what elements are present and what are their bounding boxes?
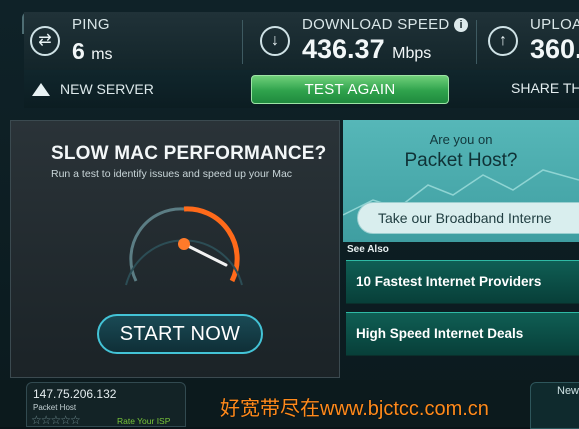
host-ip: 147.75.206.132	[33, 387, 117, 401]
action-bar: NEW SERVER TEST AGAIN SHARE TH	[24, 70, 579, 108]
new-server-label: NEW SERVER	[60, 81, 154, 97]
broadband-survey-button[interactable]: Take our Broadband Interne	[357, 202, 579, 234]
host-info[interactable]: 147.75.206.132 Packet Host ☆☆☆☆☆ Rate Yo…	[26, 382, 186, 427]
mac-ad-panel: SLOW MAC PERFORMANCE? Run a test to iden…	[10, 120, 340, 378]
share-button[interactable]: SHARE TH	[511, 80, 579, 96]
upload-label: UPLOAD	[530, 16, 579, 33]
promo-question: Are you on	[429, 132, 493, 147]
speedometer-icon	[125, 206, 243, 286]
download-value: 436.37 Mbps	[302, 34, 431, 65]
start-now-button[interactable]: START NOW	[97, 314, 263, 354]
ad-title: SLOW MAC PERFORMANCE?	[51, 143, 327, 164]
server-label: New	[557, 385, 579, 397]
ad-subtitle: Run a test to identify issues and speed …	[51, 168, 293, 180]
server-info[interactable]: New	[530, 382, 579, 429]
promo-isp-name: Packet Host?	[404, 150, 518, 171]
download-label: DOWNLOAD SPEED	[302, 16, 450, 33]
upload-icon: ↑	[488, 26, 518, 56]
info-icon[interactable]: i	[454, 18, 468, 32]
test-again-button[interactable]: TEST AGAIN	[251, 75, 449, 104]
speed-deals-link[interactable]: High Speed Internet Deals	[346, 312, 579, 356]
see-also-label: See Also	[347, 244, 389, 255]
download-unit: Mbps	[392, 45, 432, 62]
ping-value: 6 ms	[72, 38, 113, 65]
rate-isp-link[interactable]: Rate Your ISP	[117, 416, 170, 426]
star-rating-icon[interactable]: ☆☆☆☆☆	[31, 413, 81, 427]
ping-stat: ⇄ PING 6 ms	[24, 12, 242, 70]
results-bar: ⇄ PING 6 ms ↓ DOWNLOAD SPEED i 436.37 Mb…	[24, 12, 579, 71]
upload-stat: ↑ UPLOAD 360.5	[482, 12, 579, 70]
watermark-text: 好宽带尽在www.bjctcc.com.cn	[220, 398, 489, 420]
isp-promo: Are you on Packet Host? Take our Broadba…	[343, 120, 579, 242]
fastest-providers-link[interactable]: 10 Fastest Internet Providers	[346, 260, 579, 304]
download-stat: ↓ DOWNLOAD SPEED i 436.37 Mbps	[254, 12, 474, 70]
speedtest-window: ⇄ PING 6 ms ↓ DOWNLOAD SPEED i 436.37 Mb…	[0, 0, 579, 429]
ping-number: 6	[72, 38, 85, 64]
ping-icon: ⇄	[30, 26, 60, 56]
new-server-button[interactable]: NEW SERVER	[32, 78, 154, 100]
ping-unit: ms	[91, 46, 113, 63]
stat-divider	[242, 20, 243, 64]
host-name: Packet Host	[33, 403, 77, 412]
triangle-up-icon	[32, 82, 50, 96]
ping-label: PING	[72, 16, 110, 33]
download-number: 436.37	[302, 34, 385, 64]
download-icon: ↓	[260, 26, 290, 56]
upload-value: 360.5	[530, 34, 579, 64]
stat-divider	[476, 20, 477, 64]
